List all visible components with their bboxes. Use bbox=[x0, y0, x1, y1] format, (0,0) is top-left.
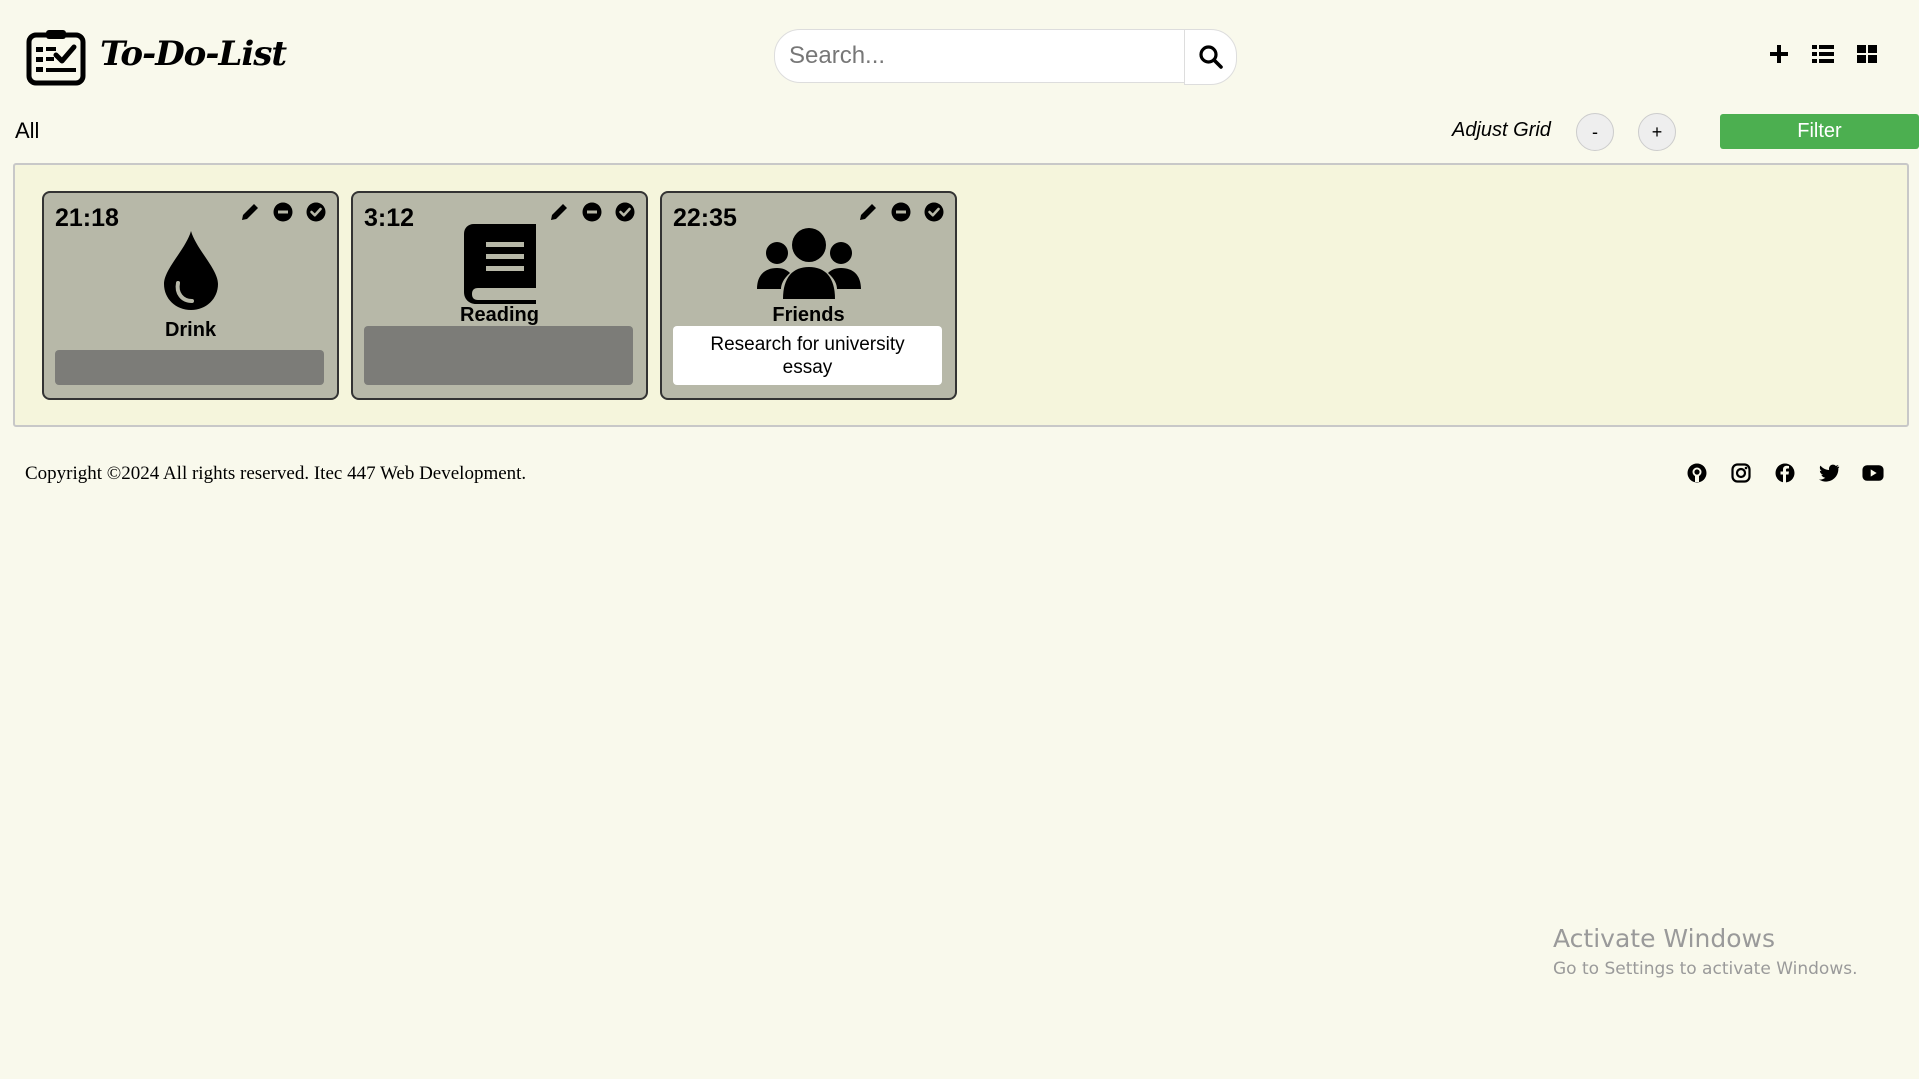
pencil-icon bbox=[860, 204, 876, 220]
watermark-subtitle: Go to Settings to activate Windows. bbox=[1553, 959, 1858, 979]
github-link[interactable] bbox=[1686, 462, 1708, 484]
grid-decrease-button[interactable]: - bbox=[1576, 113, 1614, 151]
youtube-icon bbox=[1862, 465, 1884, 481]
add-task-button[interactable] bbox=[1767, 42, 1791, 66]
task-card: 21:18 Drink bbox=[42, 191, 339, 400]
view-toolbar bbox=[1767, 42, 1879, 66]
grid-increase-button[interactable]: + bbox=[1638, 113, 1676, 151]
grid-view-icon bbox=[1857, 45, 1877, 63]
task-card: 22:35 Friends Research for university es… bbox=[660, 191, 957, 400]
remove-button[interactable] bbox=[272, 201, 294, 223]
minus-circle-icon bbox=[891, 202, 911, 222]
twitter-icon bbox=[1818, 464, 1840, 482]
edit-button[interactable] bbox=[548, 201, 570, 223]
windows-activation-watermark: Activate Windows Go to Settings to activ… bbox=[1553, 924, 1858, 979]
water-drop-icon bbox=[44, 231, 337, 311]
app-title: To-Do-List bbox=[100, 34, 287, 74]
facebook-icon bbox=[1775, 463, 1795, 483]
task-board: 21:18 Drink 3:12 Reading 22:35 Friends R… bbox=[13, 163, 1909, 427]
complete-button[interactable] bbox=[923, 201, 945, 223]
task-note bbox=[364, 326, 633, 385]
watermark-title: Activate Windows bbox=[1553, 924, 1775, 953]
task-time: 21:18 bbox=[55, 204, 119, 232]
grid-view-button[interactable] bbox=[1855, 42, 1879, 66]
category-label: All bbox=[15, 118, 40, 143]
pencil-icon bbox=[242, 204, 258, 220]
task-title: Reading bbox=[460, 304, 539, 326]
remove-button[interactable] bbox=[581, 201, 603, 223]
minus-circle-icon bbox=[582, 202, 602, 222]
edit-button[interactable] bbox=[239, 201, 261, 223]
github-icon bbox=[1687, 463, 1707, 483]
search-icon bbox=[1198, 45, 1223, 69]
list-view-button[interactable] bbox=[1811, 42, 1835, 66]
complete-button[interactable] bbox=[614, 201, 636, 223]
users-icon bbox=[662, 227, 955, 299]
clipboard-check-icon bbox=[26, 28, 86, 86]
remove-button[interactable] bbox=[890, 201, 912, 223]
youtube-link[interactable] bbox=[1862, 462, 1884, 484]
facebook-link[interactable] bbox=[1774, 462, 1796, 484]
instagram-icon bbox=[1731, 463, 1751, 483]
minus-circle-icon bbox=[273, 202, 293, 222]
header: To-Do-List bbox=[0, 0, 1919, 110]
adjust-grid-label: Adjust Grid bbox=[1452, 119, 1551, 141]
task-actions bbox=[857, 201, 945, 223]
search-input[interactable] bbox=[774, 29, 1189, 83]
task-actions bbox=[548, 201, 636, 223]
task-actions bbox=[239, 201, 327, 223]
social-links bbox=[1686, 462, 1884, 484]
filter-button[interactable]: Filter bbox=[1720, 114, 1919, 149]
copyright-text: Copyright ©2024 All rights reserved. Ite… bbox=[25, 463, 527, 484]
search-button[interactable] bbox=[1184, 29, 1237, 85]
check-circle-icon bbox=[924, 202, 944, 222]
task-note bbox=[55, 350, 324, 385]
complete-button[interactable] bbox=[305, 201, 327, 223]
check-circle-icon bbox=[306, 202, 326, 222]
task-note: Research for university essay bbox=[673, 326, 942, 385]
task-title: Drink bbox=[164, 319, 217, 341]
twitter-link[interactable] bbox=[1818, 462, 1840, 484]
plus-icon bbox=[1770, 45, 1788, 63]
check-circle-icon bbox=[615, 202, 635, 222]
edit-button[interactable] bbox=[857, 201, 879, 223]
book-icon bbox=[353, 224, 646, 304]
instagram-link[interactable] bbox=[1730, 462, 1752, 484]
task-title: Friends bbox=[772, 304, 845, 326]
task-card: 3:12 Reading bbox=[351, 191, 648, 400]
list-view-icon bbox=[1812, 45, 1834, 63]
pencil-icon bbox=[551, 204, 567, 220]
